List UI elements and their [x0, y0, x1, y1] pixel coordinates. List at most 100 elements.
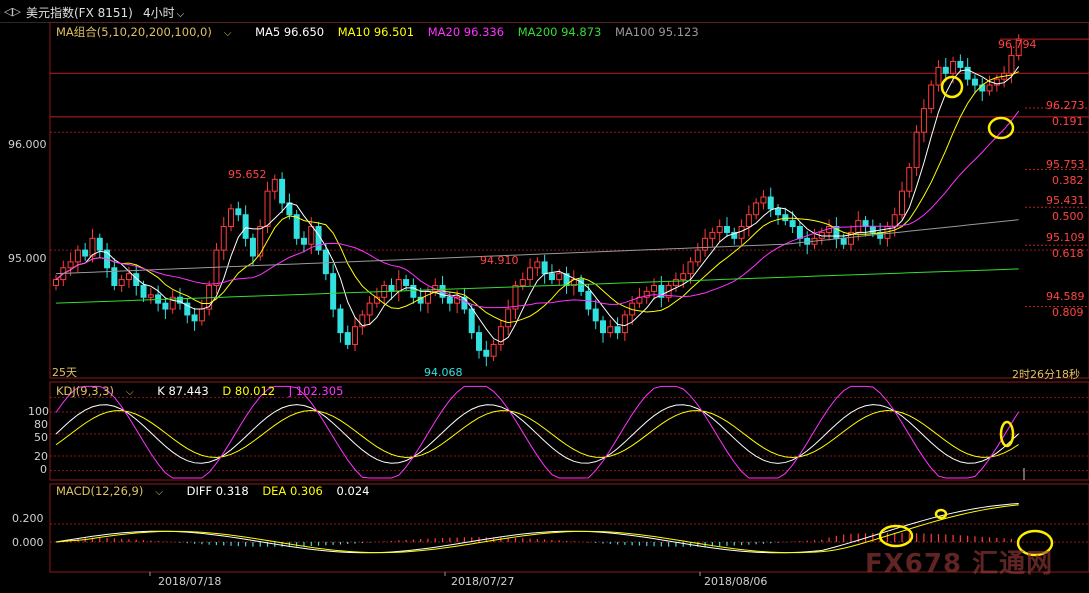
candle-body: [74, 249, 81, 263]
candle-body: [745, 214, 752, 228]
candle-body: [920, 108, 927, 133]
candle-body: [840, 237, 847, 245]
candle-body: [796, 226, 803, 239]
candle-body: [344, 332, 351, 345]
fib-ratio-4: 0.618: [1052, 247, 1084, 260]
kdj-label-text: KDJ(9,3,3): [56, 384, 115, 398]
fib-ratio-5: 0.809: [1052, 306, 1084, 319]
candle-body: [913, 131, 920, 169]
ma20-value: MA20 96.336: [427, 25, 505, 39]
candle-body: [716, 226, 723, 233]
candle-body: [330, 273, 337, 310]
fib-price-3: 95.431: [1046, 194, 1085, 207]
candle-body: [862, 220, 869, 228]
candle-body: [942, 66, 949, 74]
highlight-circle: [940, 75, 964, 99]
candle-body: [271, 178, 278, 192]
ma10-line: [55, 71, 1019, 324]
kdj-label[interactable]: KDJ(9,3,3) ⌵: [56, 384, 144, 398]
candle-body: [468, 308, 475, 334]
candle-body: [672, 279, 679, 286]
candle-body: [191, 314, 198, 322]
y-tick-96: 96.000: [8, 138, 47, 151]
kdj-legend: KDJ(9,3,3) ⌵ K 87.443 D 80.012 J 102.305: [56, 384, 353, 398]
candle-body: [322, 249, 329, 275]
candle-body: [621, 314, 628, 334]
x-date-3: 2018/08/06: [704, 575, 768, 588]
candle-body: [213, 249, 220, 286]
kdj-tick-80: 80: [34, 418, 48, 431]
macd-value: 0.024: [336, 484, 370, 498]
candle-body: [767, 196, 774, 210]
candle-body: [125, 273, 132, 281]
symbol-title: 美元指数(FX 8151): [26, 6, 133, 20]
candle-body: [935, 66, 942, 86]
candle-body: [738, 226, 745, 239]
candle-body: [257, 226, 264, 257]
candle-body: [694, 249, 701, 263]
candle-body: [300, 237, 307, 245]
period-selector[interactable]: 4小时 ⌵: [143, 4, 184, 21]
macd-tick-0200: 0.200: [12, 512, 44, 525]
highlight-circle: [987, 116, 1015, 140]
candle-body: [899, 190, 906, 216]
fib-ratio-3: 0.500: [1052, 210, 1084, 223]
chevron-down-icon: ⌵: [126, 387, 134, 398]
ma100-value: MA100 95.123: [615, 25, 699, 39]
candle-body: [651, 284, 658, 292]
candle-body: [723, 226, 730, 233]
candle-body: [228, 208, 235, 228]
fib-price-4: 95.109: [1046, 231, 1085, 244]
macd-label[interactable]: MACD(12,26,9) ⌵: [56, 484, 173, 498]
candle-body: [519, 279, 526, 286]
candle-body: [950, 60, 957, 74]
kdj-tick-20: 20: [34, 450, 48, 463]
macd-tick-0000: 0.000: [12, 536, 44, 549]
kdj-k: K 87.443: [157, 384, 209, 398]
candle-body: [607, 326, 614, 334]
kdj-tick-50: 50: [34, 431, 48, 444]
back-forward-icon[interactable]: ◁▷: [4, 5, 21, 18]
candle-body: [505, 308, 512, 328]
chevron-down-icon: ⌵: [176, 9, 185, 20]
chevron-down-icon: ⌵: [223, 28, 232, 39]
candle-body: [702, 237, 709, 251]
top-toolbar: ◁▷ 美元指数(FX 8151) 4小时 ⌵: [0, 0, 1089, 23]
macd-dea: DEA 0.306: [262, 484, 323, 498]
chart-canvas[interactable]: [0, 22, 1089, 593]
ma20-line: [55, 110, 1020, 309]
candle-body: [760, 196, 767, 204]
candle-body: [96, 237, 103, 251]
candle-body: [964, 66, 971, 80]
candle-body: [67, 261, 74, 269]
macd-legend: MACD(12,26,9) ⌵ DIFF 0.318 DEA 0.306 0.02…: [56, 484, 379, 498]
candle-body: [403, 279, 410, 286]
candle-body: [89, 237, 96, 257]
candle-body: [782, 214, 789, 222]
kdj-j-line: [55, 385, 1020, 479]
y-tick-95: 95.000: [8, 252, 47, 265]
peak1-label: 95.652: [228, 168, 267, 181]
candle-body: [410, 284, 417, 298]
ma-group-label[interactable]: MA组合(5,10,20,200,100,0) ⌵: [56, 25, 241, 39]
highlight-circle: [934, 508, 948, 520]
candle-body: [957, 60, 964, 68]
candle-body: [512, 284, 519, 310]
candle-body: [709, 231, 716, 239]
main-panel-frame: [49, 22, 1089, 379]
fib-price-1: 96.273: [1046, 99, 1085, 112]
candle-body: [483, 349, 490, 357]
candle-body: [111, 267, 118, 286]
candle-body: [337, 308, 344, 334]
macd-diff: DIFF 0.318: [186, 484, 249, 498]
chevron-down-icon: ⌵: [155, 487, 163, 498]
candle-body: [971, 78, 978, 86]
candle-body: [541, 261, 548, 275]
candle-body: [753, 202, 760, 216]
ma10-value: MA10 96.501: [337, 25, 415, 39]
ma-legend: MA组合(5,10,20,200,100,0) ⌵ MA5 96.650 MA10…: [56, 24, 709, 40]
high-label: 96.794: [998, 38, 1037, 51]
candle-body: [147, 294, 154, 298]
watermark-logo: FX678 汇通网: [865, 549, 1054, 579]
fib-price-5: 94.589: [1046, 290, 1085, 303]
